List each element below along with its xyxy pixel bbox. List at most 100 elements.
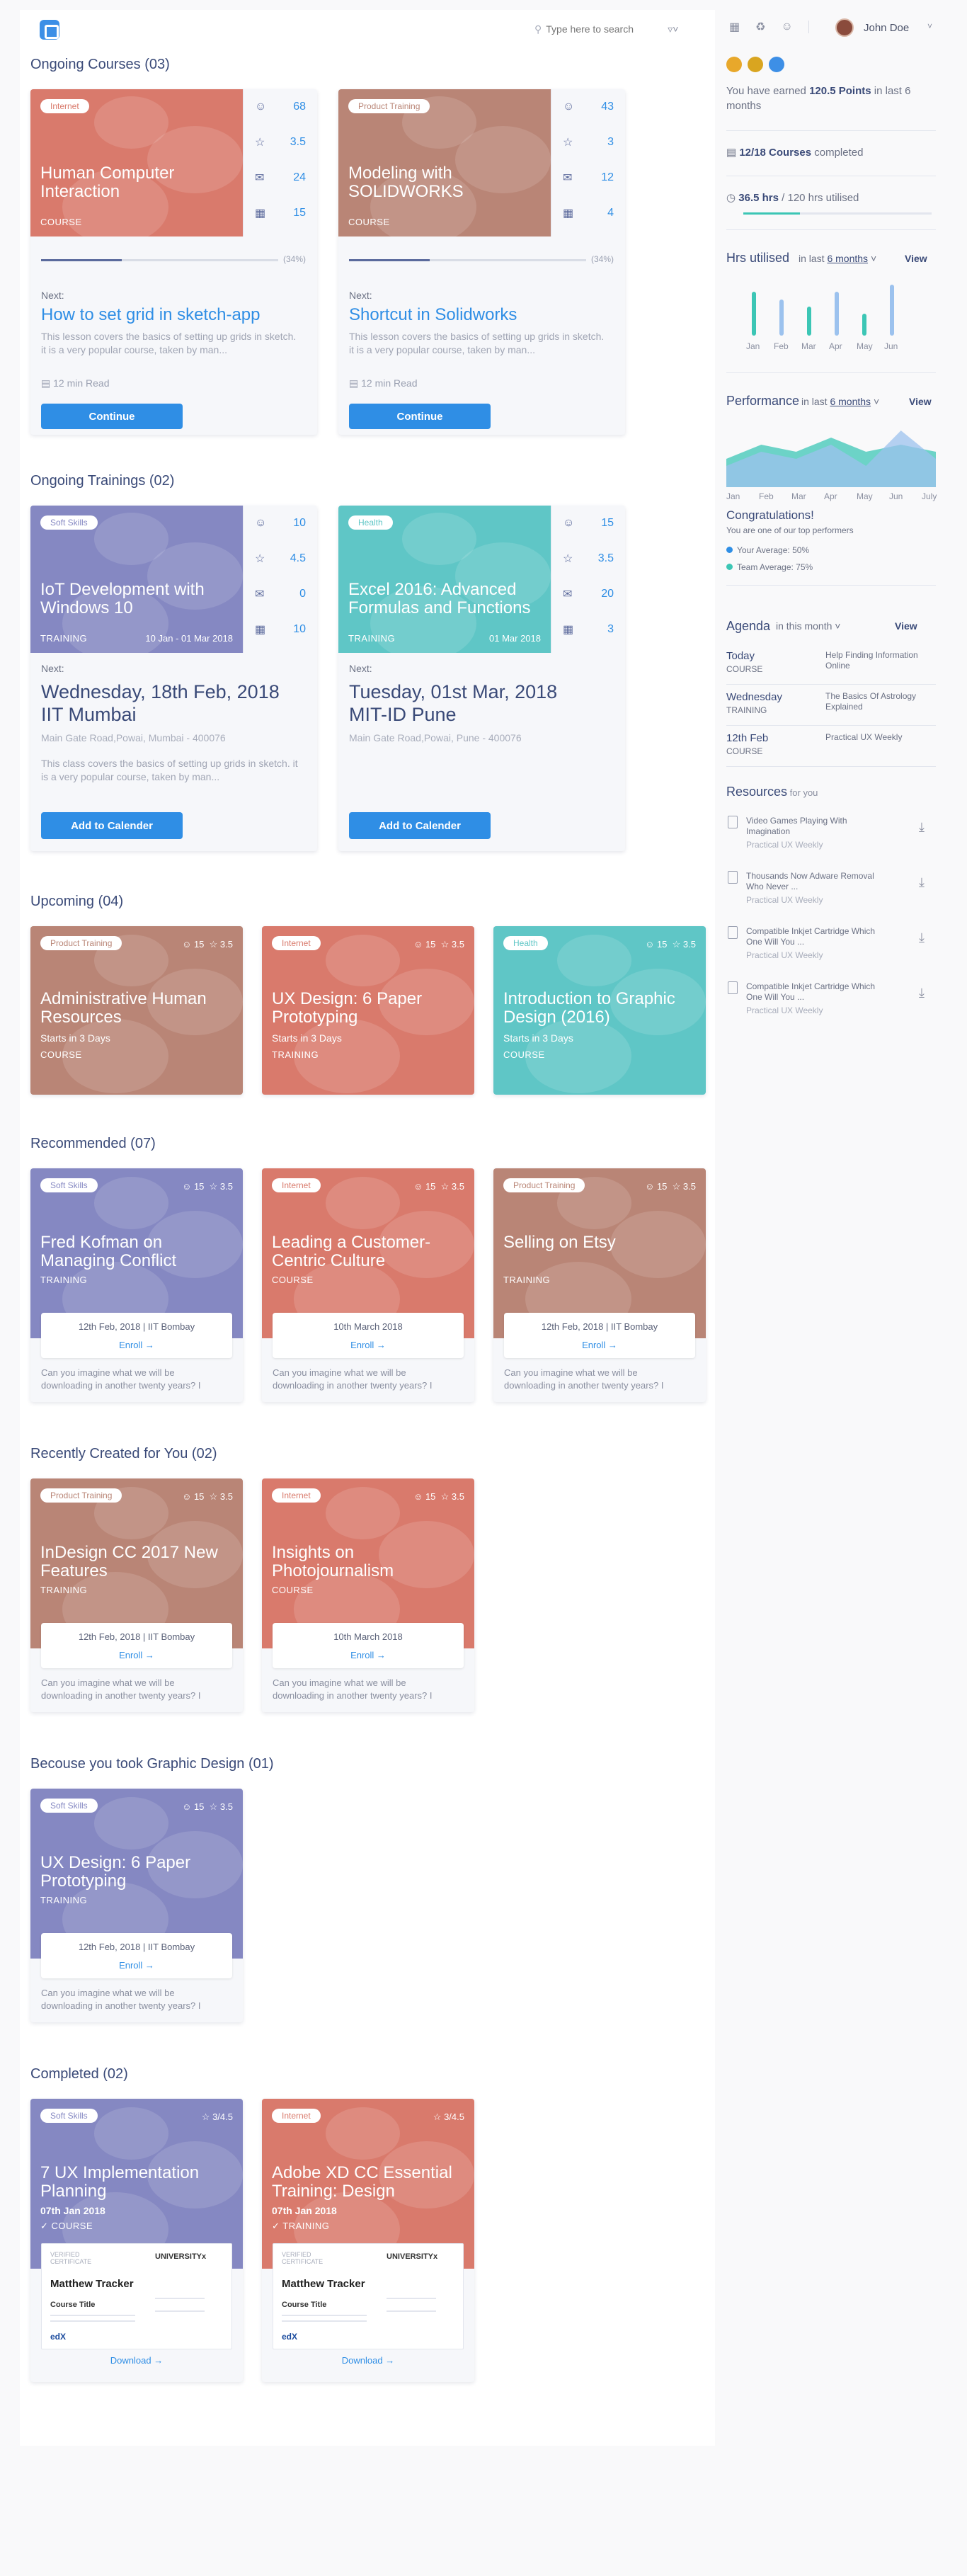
avatar[interactable] — [835, 18, 854, 37]
chart-x-label: Mar — [801, 341, 816, 351]
chart-bar — [779, 299, 784, 336]
chart-x-label: Apr — [829, 341, 842, 351]
continue-button[interactable]: Continue — [349, 404, 491, 429]
stat-row: ☆ 3 — [551, 132, 625, 153]
continue-button[interactable]: Continue — [41, 404, 183, 429]
resource-title[interactable]: Thousands Now Adware Removal Who Never .… — [746, 871, 888, 892]
next-lesson-title[interactable]: How to set grid in sketch-app — [41, 305, 260, 325]
divider — [726, 585, 936, 586]
enroll-link[interactable]: Enroll → — [273, 1650, 464, 1660]
course-tile[interactable]: Soft Skills ☆ 3/4.5 7 UX Implementation Pl… — [30, 2099, 243, 2382]
course-tile[interactable]: Soft Skills ☺ 15 ☆ 3.5 Fred Kofman on Mana… — [30, 1168, 243, 1402]
agenda-type: COURSE — [726, 664, 763, 674]
tile-type: TRAINING — [272, 1049, 319, 1060]
divider — [726, 372, 936, 373]
search-input[interactable] — [546, 23, 660, 35]
add-to-calendar-button[interactable]: Add to Calender — [41, 812, 183, 839]
course-tile[interactable]: Internet ☺ 15 ☆ 3.5 Leading a Customer-Cen… — [262, 1168, 474, 1402]
course-image[interactable]: Product Training Modeling with SOLIDWORKS… — [338, 89, 551, 236]
view-link[interactable]: View — [895, 620, 917, 632]
view-link[interactable]: View — [909, 396, 932, 407]
add-to-calendar-button[interactable]: Add to Calender — [349, 812, 491, 839]
agenda-item-title[interactable]: Practical UX Weekly — [825, 732, 932, 743]
next-lesson-title[interactable]: Shortcut in Solidworks — [349, 305, 517, 325]
download-link[interactable]: Download → — [262, 2355, 474, 2366]
enroll-link[interactable]: Enroll → — [41, 1650, 232, 1660]
chart-x-label: May — [857, 491, 873, 501]
agenda-period[interactable]: in this month ˅ — [776, 620, 840, 632]
course-tile[interactable]: Internet ☺ 15 ☆ 3.5 UX Design: 6 Paper Pro… — [262, 926, 474, 1095]
user-name[interactable]: John Doe — [864, 22, 909, 34]
course-card[interactable]: Product Training Modeling with SOLIDWORKS… — [338, 89, 625, 435]
training-card[interactable]: Soft Skills IoT Development with Windows … — [30, 506, 317, 851]
course-tile[interactable]: Internet ☆ 3/4.5 Adobe XD CC Essential Tra… — [262, 2099, 474, 2382]
agenda-item-title[interactable]: The Basics Of Astrology Explained — [825, 691, 932, 712]
hours-chart: Jan Feb Mar Apr May Jun — [740, 279, 925, 364]
course-tile[interactable]: Soft Skills ☺ 15 ☆ 3.5 UX Design: 6 Paper … — [30, 1789, 243, 2022]
period-value[interactable]: 6 months — [830, 396, 871, 407]
course-image[interactable]: Health ☺ 15 ☆ 3.5 Introduction to Graphic … — [493, 926, 706, 1095]
download-icon[interactable]: ⤓ — [919, 820, 925, 835]
rating-value: 3.5 — [451, 939, 464, 950]
filter-icon[interactable]: ▿˅ — [668, 23, 678, 35]
course-image[interactable]: Health Excel 2016: Advanced Formulas and … — [338, 506, 551, 653]
agenda-title: Agenda — [726, 619, 770, 634]
calendar-icon[interactable]: ▦ — [729, 20, 740, 34]
chart-x-label: Apr — [824, 491, 837, 501]
course-card[interactable]: Internet Human Computer Interaction COURSE… — [30, 89, 317, 435]
app-logo[interactable] — [40, 20, 59, 40]
download-icon[interactable]: ⤓ — [919, 875, 925, 890]
certificate[interactable]: VERIFIED CERTIFICATE UNIVERSITYx Matthew T… — [41, 2243, 232, 2349]
cert-verified: VERIFIED CERTIFICATE — [282, 2251, 324, 2265]
cert-line — [155, 2310, 205, 2312]
view-link[interactable]: View — [905, 253, 927, 264]
resource-title[interactable]: Compatible Inkjet Cartridge Which One Wi… — [746, 981, 888, 1003]
chevron-down-icon[interactable]: ˅ — [927, 21, 932, 31]
course-title: Modeling with SOLIDWORKS — [348, 164, 464, 201]
modules-icon: ▦ — [255, 207, 266, 220]
course-image[interactable]: Product Training ☺ 15 ☆ 3.5 Administrative… — [30, 926, 243, 1095]
in-last-label: in last — [801, 396, 828, 407]
course-image[interactable]: Internet Human Computer Interaction COURSE — [30, 89, 243, 236]
course-tile[interactable]: Product Training ☺ 15 ☆ 3.5 InDesign CC 20… — [30, 1478, 243, 1712]
chevron-down-icon: ˅ — [868, 253, 877, 264]
download-icon[interactable]: ⤓ — [919, 986, 925, 1001]
learners-icon: ☺ — [255, 101, 267, 113]
stat-row: ▦ 3 — [551, 619, 625, 640]
enroll-link[interactable]: Enroll → — [41, 1960, 232, 1971]
enroll-link[interactable]: Enroll → — [504, 1340, 695, 1350]
training-card[interactable]: Health Excel 2016: Advanced Formulas and … — [338, 506, 625, 851]
section-title: Completed (02) — [30, 2066, 128, 2082]
image-decoration — [94, 1797, 168, 1850]
certificate[interactable]: VERIFIED CERTIFICATE UNIVERSITYx Matthew T… — [273, 2243, 464, 2349]
course-tile[interactable]: Health ☺ 15 ☆ 3.5 Introduction to Graphic … — [493, 926, 706, 1095]
course-image[interactable]: Internet ☺ 15 ☆ 3.5 UX Design: 6 Paper Pro… — [262, 926, 474, 1095]
modules-icon: ▦ — [255, 624, 266, 636]
course-tile[interactable]: Product Training ☺ 15 ☆ 3.5 Selling on Ets… — [493, 1168, 706, 1402]
course-image[interactable]: Soft Skills IoT Development with Windows … — [30, 506, 243, 653]
course-tile[interactable]: Product Training ☺ 15 ☆ 3.5 Administrative… — [30, 926, 243, 1095]
bell-icon[interactable]: ♻ — [755, 20, 765, 34]
tile-score: ☆ 3/4.5 — [433, 2111, 464, 2123]
section-title: Ongoing Courses (03) — [30, 57, 170, 72]
learners-icon: ☺ — [413, 1181, 425, 1192]
resource-title[interactable]: Compatible Inkjet Cartridge Which One Wi… — [746, 926, 888, 947]
download-link[interactable]: Download → — [30, 2355, 243, 2366]
resource-title[interactable]: Video Games Playing With Imagination — [746, 816, 888, 837]
agenda-item-title[interactable]: Help Finding Information Online — [825, 650, 932, 671]
period-selector[interactable]: in last 6 months ˅ — [799, 253, 876, 264]
period-value[interactable]: 6 months — [827, 253, 868, 264]
enroll-link[interactable]: Enroll → — [41, 1340, 232, 1350]
rating-value: 3.5 — [682, 1181, 696, 1192]
course-stats: ☺ 43 ☆ 3 ✉ 12 ▦ 4 — [551, 89, 625, 236]
search-icon[interactable]: ⚲ — [534, 23, 542, 35]
course-tile[interactable]: Internet ☺ 15 ☆ 3.5 Insights on Photojourn… — [262, 1478, 474, 1712]
category-tag: Internet — [272, 936, 321, 950]
enroll-link[interactable]: Enroll → — [273, 1340, 464, 1350]
performance-period[interactable]: in last 6 months ˅ — [801, 396, 879, 407]
tile-title: UX Design: 6 Paper Prototyping — [40, 1853, 191, 1891]
legend-label: Team Average: 75% — [737, 562, 813, 572]
cert-logo: edX — [282, 2332, 298, 2342]
users-icon[interactable]: ☺ — [781, 21, 792, 33]
download-icon[interactable]: ⤓ — [919, 930, 925, 945]
